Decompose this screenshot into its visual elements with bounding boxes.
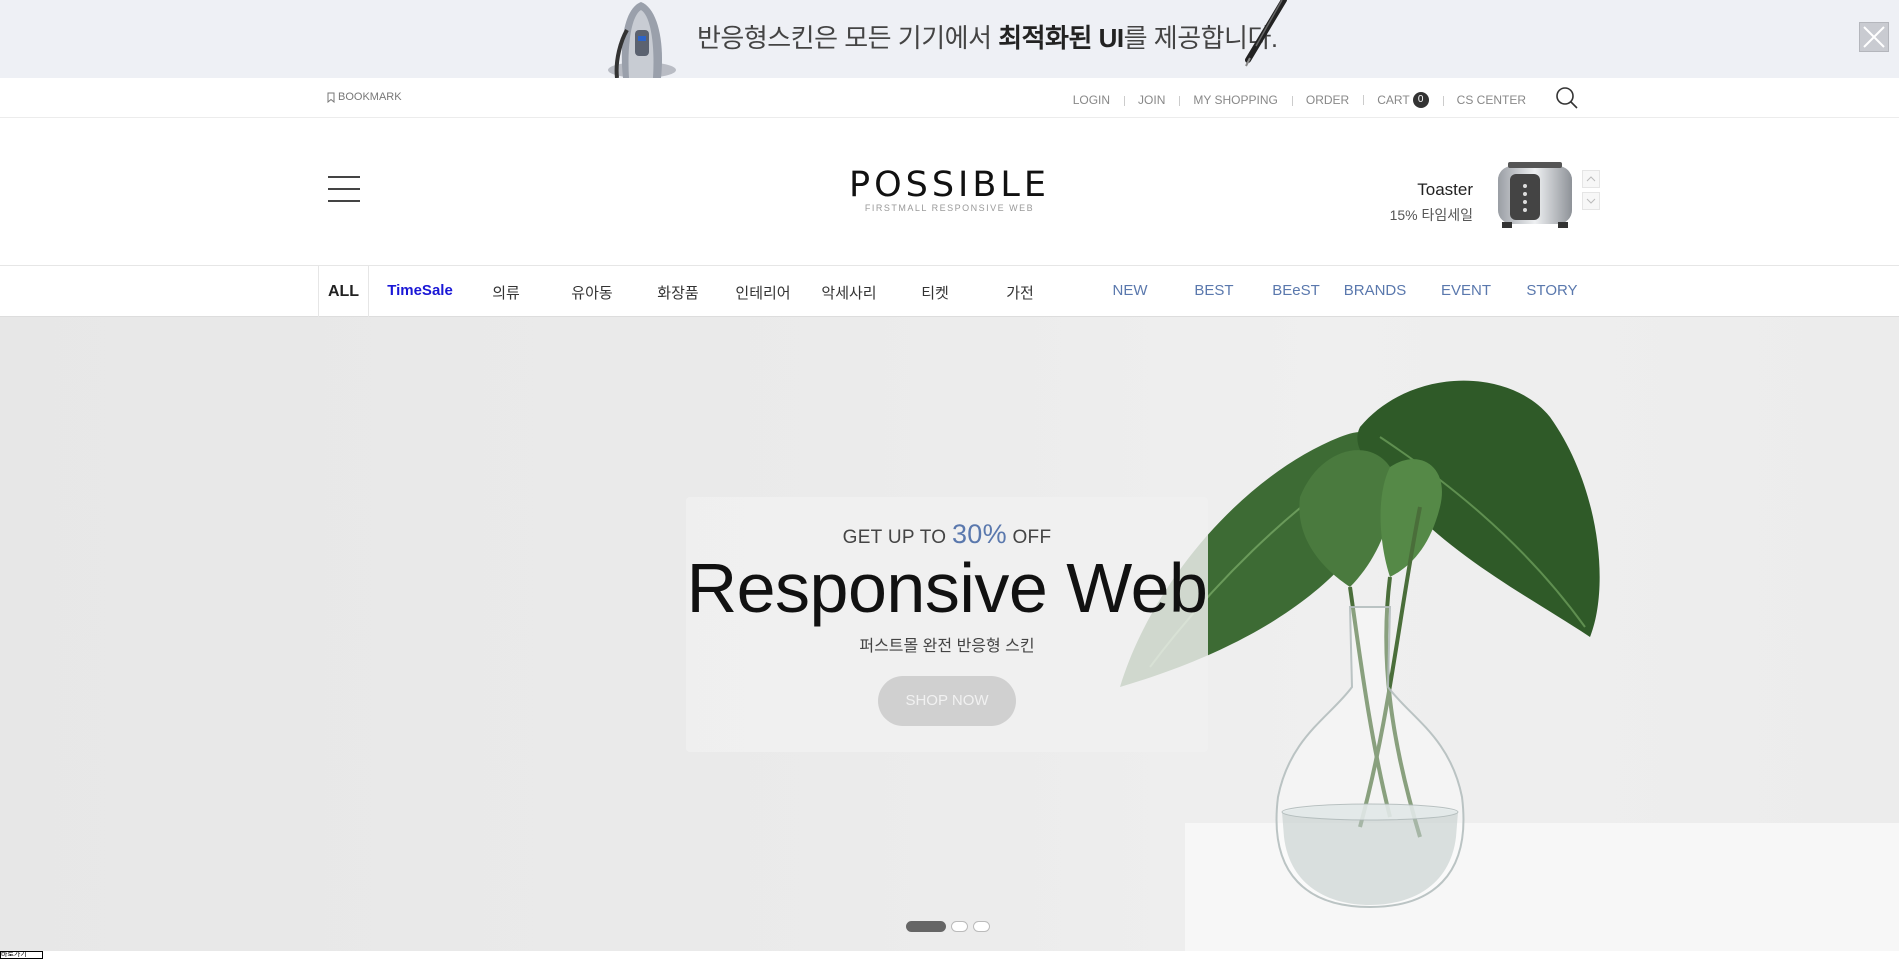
nav-item-timesale[interactable]: TimeSale (387, 282, 453, 299)
utility-links: LOGIN JOIN MY SHOPPING ORDER CART 0 CS C… (1059, 92, 1540, 108)
toaster-image (1498, 162, 1572, 228)
featured-prev-button[interactable] (1582, 170, 1600, 188)
site-header: POSSIBLE FIRSTMALL RESPONSIVE WEB Toaste… (0, 118, 1899, 266)
bookmark-link[interactable]: BOOKMARK (327, 91, 402, 103)
nav-item-best[interactable]: BEST (1194, 282, 1233, 299)
skip-link[interactable]: 바로가기 (0, 951, 43, 959)
nav-item-story[interactable]: STORY (1526, 282, 1577, 299)
cs-center-link[interactable]: CS CENTER (1442, 93, 1540, 107)
nav-item-accessories[interactable]: 악세사리 (821, 282, 876, 303)
nav-item-beest[interactable]: BEeST (1272, 282, 1320, 299)
hero-description: 퍼스트몰 완전 반응형 스킨 (859, 638, 1035, 655)
login-link[interactable]: LOGIN (1059, 93, 1124, 107)
logo-subtitle: FIRSTMALL RESPONSIVE WEB (864, 203, 1035, 213)
nav-item-tickets[interactable]: 티켓 (921, 282, 949, 303)
order-link[interactable]: ORDER (1291, 93, 1363, 107)
hero-text-box: GET UP TO 30% OFF Responsive Web 퍼스트몰 완전… (686, 497, 1208, 752)
cart-label: CART (1377, 93, 1410, 107)
nav-item-kids[interactable]: 유아동 (571, 282, 612, 303)
hero-headline: Responsive Web (686, 549, 1208, 627)
hero-eyebrow: GET UP TO 30% OFF (842, 519, 1052, 549)
bookmark-icon (327, 92, 335, 103)
category-nav: ALL TimeSale 의류 유아동 화장품 인테리어 악세사리 티켓 가전 … (0, 266, 1899, 317)
nav-item-clothing[interactable]: 의류 (492, 282, 520, 303)
close-banner-button[interactable] (1859, 22, 1889, 52)
join-link[interactable]: JOIN (1124, 93, 1179, 107)
hero-slider[interactable]: GET UP TO 30% OFF Responsive Web 퍼스트몰 완전… (0, 317, 1899, 951)
nav-item-cosmetics[interactable]: 화장품 (657, 282, 698, 303)
nav-item-interior[interactable]: 인테리어 (735, 282, 790, 303)
featured-product-name: Toaster (1417, 180, 1473, 199)
slider-pagination (906, 921, 990, 932)
my-shopping-link[interactable]: MY SHOPPING (1179, 93, 1291, 107)
hero-discount: 30% (951, 519, 1007, 549)
cart-link[interactable]: CART 0 (1363, 92, 1442, 108)
chevron-up-icon (1586, 176, 1596, 182)
promo-text: 반응형스킨은 모든 기기에서 최적화된 UI를 제공합니다. (697, 23, 1278, 53)
nav-item-appliances[interactable]: 가전 (1006, 282, 1034, 303)
nav-item-new[interactable]: NEW (1113, 282, 1148, 299)
nav-item-brands[interactable]: BRANDS (1344, 282, 1407, 299)
logo-text: POSSIBLE (848, 165, 1051, 205)
nav-item-event[interactable]: EVENT (1441, 282, 1491, 299)
chevron-down-icon (1586, 198, 1596, 204)
cart-count-badge: 0 (1412, 92, 1429, 108)
slider-dot[interactable] (906, 921, 946, 932)
bookmark-label: BOOKMARK (338, 91, 402, 103)
vacuum-image (608, 2, 676, 78)
featured-product[interactable]: Toaster 15% 타임세일 (1380, 160, 1600, 240)
slider-dot[interactable] (973, 921, 990, 932)
site-logo[interactable]: POSSIBLE FIRSTMALL RESPONSIVE WEB (0, 165, 1899, 213)
search-icon (1556, 87, 1578, 109)
shop-now-button[interactable]: SHOP NOW (878, 676, 1016, 726)
nav-all-button[interactable]: ALL (318, 266, 369, 317)
search-button[interactable] (1555, 86, 1579, 110)
featured-next-button[interactable] (1582, 192, 1600, 210)
utility-bar: BOOKMARK LOGIN JOIN MY SHOPPING ORDER CA… (0, 78, 1899, 118)
close-icon (1863, 26, 1885, 48)
top-promo-banner[interactable]: 반응형스킨은 모든 기기에서 최적화된 UI를 제공합니다. (0, 0, 1899, 78)
stylus-image (1245, 0, 1287, 67)
featured-product-sale: 15% 타임세일 (1389, 207, 1473, 223)
slider-dot[interactable] (951, 921, 968, 932)
